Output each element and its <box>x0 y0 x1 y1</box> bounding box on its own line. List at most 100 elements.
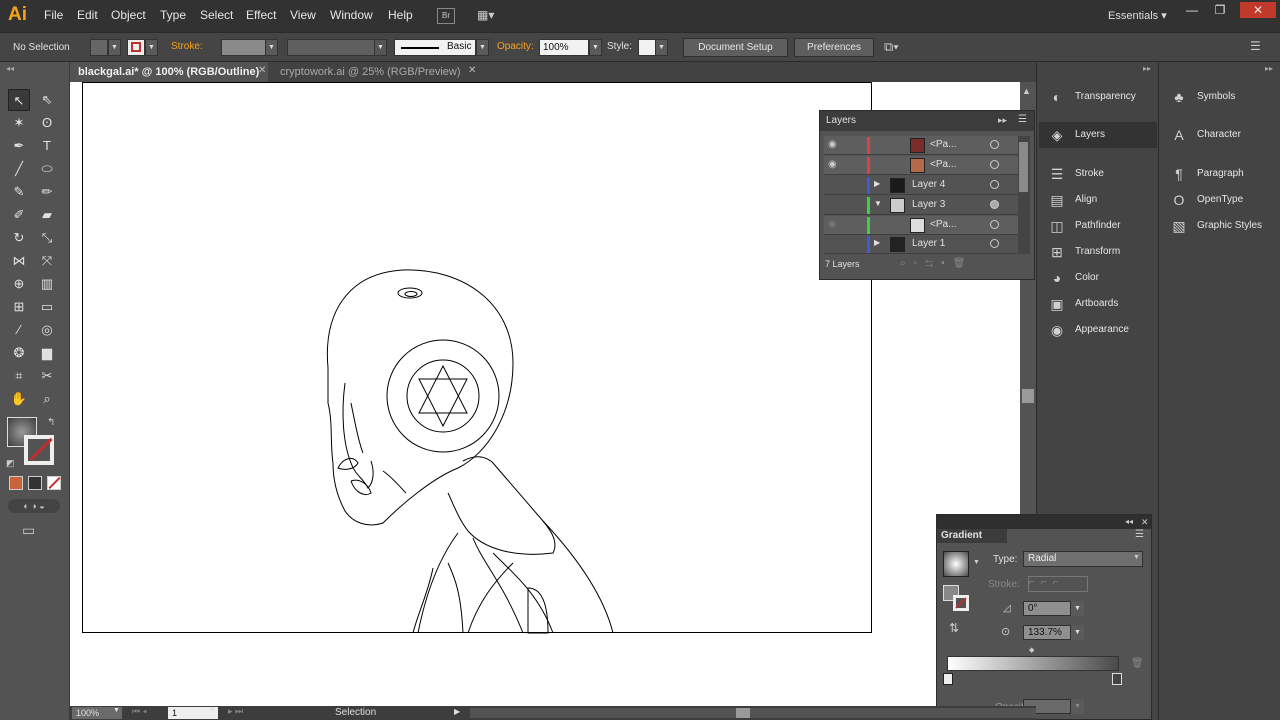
minimize-button[interactable]: — <box>1180 2 1204 18</box>
gradient-tool-icon[interactable]: ▭ <box>36 296 58 318</box>
preferences-button[interactable]: Preferences <box>794 38 874 57</box>
fill-dropdown[interactable]: ▼ <box>108 39 121 56</box>
paintbrush-tool-icon[interactable]: ✎ <box>8 181 30 203</box>
midpoint-diamond-icon[interactable]: ◆ <box>1029 646 1034 654</box>
gradient-angle-dropdown[interactable]: ▼ <box>1071 601 1084 616</box>
layers-scrollbar[interactable] <box>1018 136 1030 254</box>
opacity-label[interactable]: Opacity: <box>497 41 534 52</box>
eyedropper-tool-icon[interactable]: ⁄ <box>8 319 30 341</box>
collapse-arrow-icon[interactable]: ▼ <box>874 199 882 208</box>
dock-artboards[interactable]: ▣ Artboards <box>1039 291 1157 317</box>
gradient-type-dropdown[interactable]: ▼ <box>1133 554 1140 561</box>
dock-collapse-icon[interactable]: ▸▸ <box>1265 64 1273 73</box>
layer-name[interactable]: <Pa... <box>930 219 956 230</box>
panel-expand-icon[interactable]: ▸▸ <box>998 115 1007 126</box>
fill-stroke-stroke-icon[interactable] <box>953 595 969 611</box>
dock-appearance[interactable]: ◉ Appearance <box>1039 317 1157 343</box>
gradient-type-select[interactable]: Radial <box>1023 551 1143 567</box>
eraser-tool-icon[interactable]: ▰ <box>36 204 58 226</box>
gradient-swatch-dropdown[interactable]: ▼ <box>973 559 980 566</box>
layer-name[interactable]: Layer 4 <box>912 179 945 190</box>
panel-menu-icon[interactable]: ☰ <box>1018 114 1027 125</box>
selection-tool-icon[interactable]: ↖ <box>8 89 30 111</box>
free-transform-tool-icon[interactable]: ⤧ <box>36 250 58 272</box>
pen-tool-icon[interactable]: ✒ <box>8 135 30 157</box>
panel-menu-icon[interactable]: ☰ <box>1135 529 1144 540</box>
target-icon[interactable] <box>990 220 999 229</box>
column-graph-tool-icon[interactable]: ▆ <box>36 342 58 364</box>
layer-row[interactable]: ▶ Layer 1 <box>824 235 1018 254</box>
restore-button[interactable]: ❐ <box>1208 2 1232 18</box>
width-tool-icon[interactable]: ⋈ <box>8 250 30 272</box>
rotate-tool-icon[interactable]: ↻ <box>8 227 30 249</box>
gradient-slider[interactable] <box>947 656 1119 671</box>
menu-view[interactable]: View <box>290 8 316 22</box>
layer-row[interactable]: ◉ <Pa... <box>824 156 1018 175</box>
document-setup-button[interactable]: Document Setup <box>683 38 788 57</box>
first-artboard-icon[interactable]: ⏮ ◂ <box>132 706 147 717</box>
menu-object[interactable]: Object <box>111 8 146 22</box>
drawing-modes-icon[interactable]: ◐ ◑ ◒ <box>8 499 60 513</box>
artboard[interactable] <box>82 82 872 634</box>
graph-tool-icon[interactable]: ▥ <box>36 273 58 295</box>
close-button[interactable]: ✕ <box>1240 2 1276 18</box>
layer-row[interactable]: ▼ Layer 3 <box>824 196 1018 215</box>
visibility-eye-icon[interactable]: ◉ <box>828 159 837 170</box>
fill-swatch[interactable] <box>90 39 108 56</box>
panel-close-icon[interactable]: ✕ <box>1141 515 1149 529</box>
status-menu-arrow-icon[interactable]: ▶ <box>454 707 460 716</box>
color-mode-icon[interactable] <box>9 476 23 490</box>
workspace-switcher[interactable]: Essentials ▾ <box>1108 9 1167 22</box>
tab-blackgal-close-icon[interactable]: ✕ <box>258 65 266 76</box>
ellipse-tool-icon[interactable]: ⬭ <box>36 158 58 180</box>
direct-selection-tool-icon[interactable]: ⇖ <box>36 89 58 111</box>
layer-name[interactable]: <Pa... <box>930 159 956 170</box>
slice-tool-icon[interactable]: ✂ <box>36 365 58 387</box>
status-mode[interactable]: Selection <box>335 707 376 718</box>
target-icon[interactable] <box>990 140 999 149</box>
lasso-tool-icon[interactable]: ʘ <box>36 112 58 134</box>
target-icon[interactable] <box>990 180 999 189</box>
dock-paragraph[interactable]: ¶ Paragraph <box>1161 161 1279 187</box>
layer-name[interactable]: Layer 3 <box>912 199 945 210</box>
line-tool-icon[interactable]: ╱ <box>8 158 30 180</box>
layer-row[interactable]: ◉ <Pa... <box>824 136 1018 155</box>
symbol-sprayer-tool-icon[interactable]: ❂ <box>8 342 30 364</box>
opacity-dropdown[interactable]: ▼ <box>589 39 602 56</box>
menu-file[interactable]: File <box>44 8 63 22</box>
brush-dropdown[interactable]: ▼ <box>476 39 489 56</box>
dock-layers[interactable]: ◈ Layers <box>1039 122 1157 148</box>
dock-transparency[interactable]: ◐ Transparency <box>1039 84 1157 110</box>
layer-row[interactable]: ▶ Layer 4 <box>824 176 1018 195</box>
dock-opentype[interactable]: O OpenType <box>1161 187 1279 213</box>
expand-arrow-icon[interactable]: ▶ <box>874 238 880 247</box>
dock-graphic-styles[interactable]: ▧ Graphic Styles <box>1161 213 1279 239</box>
default-colors-icon[interactable]: ◩ <box>6 458 15 469</box>
stroke-weight-dropdown[interactable]: ▼ <box>265 39 278 56</box>
target-icon[interactable] <box>990 239 999 248</box>
dock-character[interactable]: A Character <box>1161 122 1279 148</box>
visibility-eye-icon[interactable]: ◉ <box>828 219 837 230</box>
dock-align[interactable]: ▤ Align <box>1039 187 1157 213</box>
dock-transform[interactable]: ⊞ Transform <box>1039 239 1157 265</box>
scale-tool-icon[interactable]: ⤡ <box>36 227 58 249</box>
stroke-label[interactable]: Stroke: <box>171 41 203 52</box>
none-mode-icon[interactable] <box>47 476 61 490</box>
gradient-angle-field[interactable]: 0° <box>1023 601 1071 616</box>
menu-edit[interactable]: Edit <box>77 8 98 22</box>
style-dropdown[interactable]: ▼ <box>655 39 668 56</box>
layer-row[interactable]: ◉ <Pa... <box>824 216 1018 235</box>
arrange-icon[interactable]: ⧉▾ <box>884 39 899 55</box>
panel-collapse-icon[interactable]: ◂◂ <box>1125 515 1133 529</box>
stroke-color-box[interactable] <box>24 435 54 465</box>
delete-stop-icon[interactable]: 🗑 <box>1131 658 1144 669</box>
gradient-panel-title[interactable]: Gradient <box>937 529 1007 543</box>
opacity-field[interactable]: 100% <box>539 39 589 56</box>
blend-tool-icon[interactable]: ◎ <box>36 319 58 341</box>
gradient-aspect-field[interactable]: 133.7% <box>1023 625 1071 640</box>
expand-arrow-icon[interactable]: ▶ <box>874 179 880 188</box>
target-icon[interactable] <box>990 160 999 169</box>
stroke-swatch-dropdown[interactable]: ▼ <box>145 39 158 56</box>
bridge-icon[interactable]: Br <box>437 8 455 24</box>
tab-cryptowork-close-icon[interactable]: ✕ <box>468 65 476 76</box>
